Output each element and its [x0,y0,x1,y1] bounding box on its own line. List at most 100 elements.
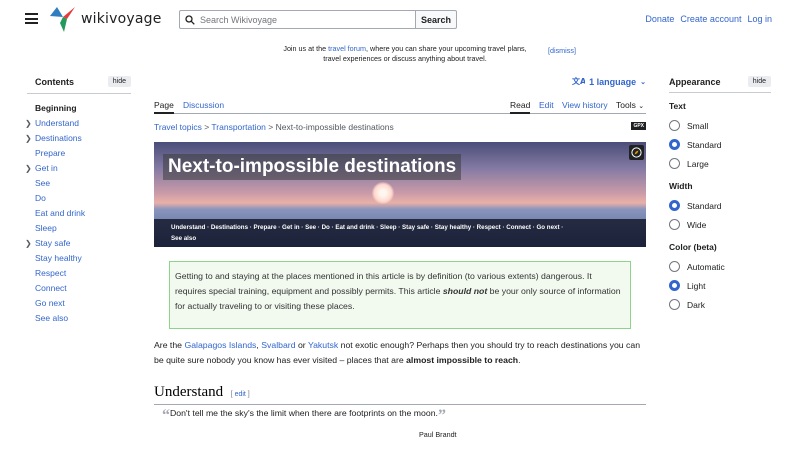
toc-item-label[interactable]: Prepare [35,148,65,158]
link-svalbard[interactable]: Svalbard [261,340,295,350]
toc-hide-button[interactable]: hide [107,76,131,87]
appearance-hide-button[interactable]: hide [747,76,771,87]
breadcrumb-separator: > [201,122,212,132]
translate-icon: 文A [572,76,585,86]
warning-emphasis: should not [442,286,488,296]
toc-item-beginning[interactable]: Beginning [27,101,131,116]
radio-label: Dark [687,299,705,310]
tab-view-history[interactable]: View history [562,100,608,110]
section-edit-link[interactable]: edit [235,391,246,398]
search-button[interactable]: Search [415,10,457,29]
link-galapagos[interactable]: Galapagos Islands [184,340,256,350]
toc-title: Contents [35,76,74,87]
toc-item-label[interactable]: Stay healthy [35,253,82,263]
toc-item-get-in[interactable]: ❯ Get in [25,161,131,176]
toc-item-see[interactable]: See [27,176,131,191]
chevron-right-icon[interactable]: ❯ [25,236,32,251]
breadcrumb: Travel topics > Transportation > Next-to… [154,122,394,132]
width-wide[interactable]: Wide [669,215,771,234]
login-link[interactable]: Log in [747,14,772,24]
text-size-large[interactable]: Large [669,154,771,173]
color-label: Color (beta) [669,242,717,252]
compass-icon[interactable] [629,145,644,160]
color-dark[interactable]: Dark [669,295,771,314]
toc-item-label[interactable]: Get in [35,163,58,173]
radio-button[interactable] [669,261,680,272]
breadcrumb-transportation[interactable]: Transportation [211,122,266,132]
toc-item-eat-and-drink[interactable]: Eat and drink [27,206,131,221]
appearance-title: Appearance [669,76,721,87]
radio-label: Standard [687,139,722,150]
radio-button-selected[interactable] [669,139,680,150]
search-input[interactable] [200,14,380,25]
search-field[interactable] [179,10,415,29]
page-tabs: Page Discussion Read Edit View history T… [154,98,646,114]
toc-item-stay-healthy[interactable]: Stay healthy [27,251,131,266]
banner-section-nav[interactable]: Understand · Destinations · Prepare · Ge… [154,219,646,247]
tab-edit[interactable]: Edit [539,100,554,110]
language-selector[interactable]: 文A 1 language ⌄ [572,76,646,87]
radio-button[interactable] [669,120,680,131]
tab-discussion[interactable]: Discussion [183,100,224,110]
text-size-label: Text [669,101,686,111]
chevron-right-icon[interactable]: ❯ [25,131,32,146]
toc-item-label[interactable]: Respect [35,268,66,278]
toc-item-label[interactable]: See also [35,313,68,323]
toc-item-connect[interactable]: Connect [27,281,131,296]
toc-item-go-next[interactable]: Go next [27,296,131,311]
section-title: Understand [154,384,224,400]
toc-item-label[interactable]: Do [35,193,46,203]
dismiss-notice-link[interactable]: [dismiss] [548,46,576,55]
text-size-small[interactable]: Small [669,116,771,135]
toc-item-see-also[interactable]: See also [27,311,131,326]
banner-nav-links[interactable]: Understand · Destinations · Prepare · Ge… [171,222,629,233]
toc-item-stay-safe[interactable]: ❯ Stay safe [25,236,131,251]
site-logo[interactable]: wikivoyage [48,4,162,34]
breadcrumb-travel-topics[interactable]: Travel topics [154,122,202,132]
banner-nav-see-also[interactable]: See also [171,233,629,244]
radio-button-selected[interactable] [669,200,680,211]
search-icon [185,14,195,25]
radio-button[interactable] [669,219,680,230]
toc-item-destinations[interactable]: ❯ Destinations [25,131,131,146]
travel-forum-link[interactable]: travel forum [328,44,366,53]
chevron-right-icon[interactable]: ❯ [25,161,32,176]
toc-item-sleep[interactable]: Sleep [27,221,131,236]
toc-item-label[interactable]: Go next [35,298,65,308]
radio-button-selected[interactable] [669,280,680,291]
text-size-standard[interactable]: Standard [669,135,771,154]
toc-item-prepare[interactable]: Prepare [27,146,131,161]
site-notice: Join us at the travel forum, where you c… [230,44,580,64]
link-yakutsk[interactable]: Yakutsk [308,340,338,350]
toc-item-label[interactable]: Connect [35,283,67,293]
toc-item-understand[interactable]: ❯ Understand [25,116,131,131]
toc-item-label[interactable]: Destinations [35,133,82,143]
create-account-link[interactable]: Create account [680,14,741,24]
color-automatic[interactable]: Automatic [669,257,771,276]
tab-page[interactable]: Page [154,100,174,114]
main-menu-icon[interactable] [25,13,38,24]
section-heading-understand: Understand [ edit ] [154,384,646,405]
tools-menu[interactable]: Tools ⌄ [616,100,644,110]
toc-item-label[interactable]: Eat and drink [35,208,85,218]
radio-button[interactable] [669,299,680,310]
toc-item-do[interactable]: Do [27,191,131,206]
radio-label: Standard [687,200,722,211]
close-quote-icon: ” [437,407,446,424]
chevron-right-icon[interactable]: ❯ [25,116,32,131]
toc-item-label[interactable]: Understand [35,118,79,128]
breadcrumb-separator: > [265,122,276,132]
gpx-download-icon[interactable]: GPX [631,122,646,130]
section-edit: [ edit ] [230,391,250,398]
toc-item-respect[interactable]: Respect [27,266,131,281]
toc-item-label[interactable]: Sleep [35,223,57,233]
width-standard[interactable]: Standard [669,196,771,215]
tab-read[interactable]: Read [510,100,531,114]
toc-header: Contents hide [27,76,131,94]
donate-link[interactable]: Donate [645,14,674,24]
toc-item-label[interactable]: See [35,178,50,188]
radio-button[interactable] [669,158,680,169]
color-light[interactable]: Light [669,276,771,295]
breadcrumb-current: Next-to-impossible destinations [275,122,394,132]
toc-item-label[interactable]: Stay safe [35,238,70,248]
